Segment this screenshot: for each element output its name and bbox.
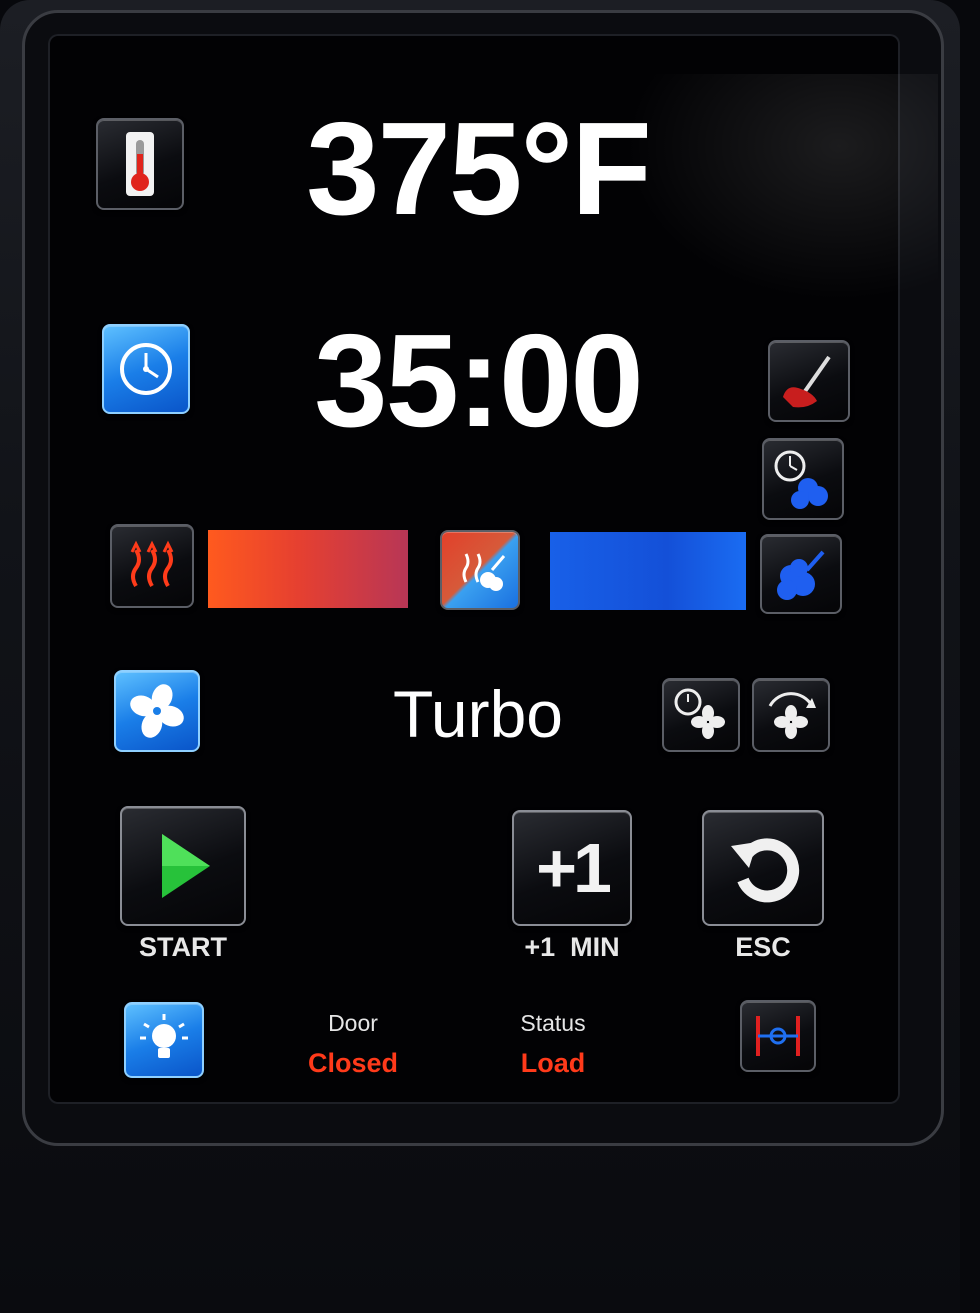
dry-heat-button[interactable] [110,524,194,608]
clock-icon [120,343,172,395]
add-minute-label: +1 MIN [524,932,620,962]
play-icon [162,834,210,898]
probe-icon [783,355,831,408]
fan-mode-label: Turbo [393,677,563,751]
add-minute-button[interactable]: +1 [512,810,632,926]
steam-mode-button[interactable] [760,534,842,614]
start-button[interactable] [120,806,246,926]
light-icon [140,1014,188,1058]
status-label: Status [520,1010,586,1036]
timer-button[interactable] [102,324,190,414]
temperature-button[interactable] [96,118,184,210]
fan-icon [130,684,184,738]
core-probe-button[interactable] [768,340,850,422]
fan-speed-button[interactable] [752,678,830,752]
plus-one-icon: +1 [536,829,612,907]
combi-mode-button[interactable] [440,530,520,610]
door-status-value: Closed [307,1048,399,1078]
heat-level-bar[interactable] [208,530,408,608]
start-label: START [139,932,227,962]
escape-button[interactable] [702,810,824,926]
control-screen: 375°F 35:00 Turbo START +1 +1 MIN ESC Do… [48,34,938,1104]
temperature-readout[interactable]: 375°F [258,94,698,244]
door-label: Door [328,1010,378,1036]
steam-timer-icon [774,450,828,509]
fan-speed-icon [768,692,816,739]
damper-button[interactable] [740,1000,816,1072]
status-value: Load [520,1048,586,1078]
escape-label: ESC [735,932,791,962]
back-icon [731,838,800,903]
combi-icon [462,553,506,591]
fan-timer-button[interactable] [662,678,740,752]
thermometer-icon [126,132,154,196]
damper-icon [756,1016,800,1056]
timer-readout[interactable]: 35:00 [268,306,688,456]
steam-level-bar[interactable] [550,532,746,610]
fan-button[interactable] [114,670,200,752]
steam-timer-button[interactable] [762,438,844,520]
heat-icon [130,540,174,588]
steam-icon [777,550,825,600]
light-button[interactable] [124,1002,204,1078]
fan-timer-icon [674,688,725,739]
